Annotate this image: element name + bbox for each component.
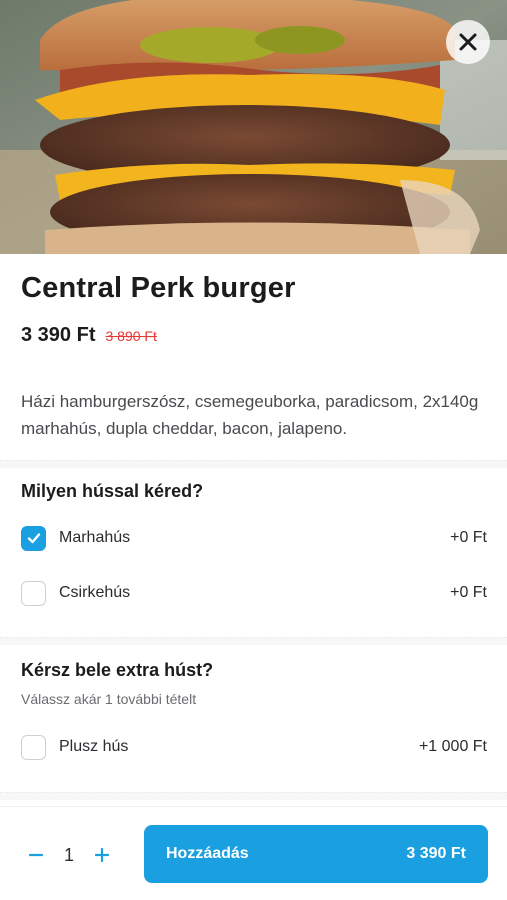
minus-icon bbox=[29, 853, 43, 857]
option-price: +0 Ft bbox=[450, 584, 487, 601]
option-price: +1 000 Ft bbox=[418, 738, 487, 755]
quantity-value: 1 bbox=[63, 844, 74, 865]
checkmark-icon bbox=[27, 533, 40, 544]
section-divider bbox=[0, 792, 507, 800]
decrease-button[interactable] bbox=[21, 843, 51, 867]
option-label: Marhahús bbox=[59, 529, 131, 546]
close-button[interactable] bbox=[446, 20, 490, 64]
current-price: 3 390 Ft bbox=[21, 324, 96, 346]
option-label: Plusz hús bbox=[59, 738, 129, 755]
checkbox-unchecked[interactable] bbox=[21, 734, 46, 760]
product-image bbox=[0, 0, 507, 254]
burger-photo bbox=[0, 0, 507, 254]
option-price: +0 Ft bbox=[450, 529, 487, 546]
quantity-stepper: 1 bbox=[21, 843, 117, 867]
checkbox-unchecked[interactable] bbox=[21, 580, 46, 606]
option-marhahus[interactable]: Marhahús +0 Ft bbox=[21, 524, 487, 552]
section-divider bbox=[0, 460, 507, 468]
section-divider bbox=[0, 637, 507, 645]
add-to-cart-button[interactable]: Hozzáadás 3 390 Ft bbox=[144, 825, 488, 883]
add-to-cart-bar: 1 Hozzáadás 3 390 Ft bbox=[0, 806, 507, 900]
option-csirkehus[interactable]: Csirkehús +0 Ft bbox=[21, 579, 487, 607]
option-plusz-hus[interactable]: Plusz hús +1 000 Ft bbox=[21, 733, 487, 761]
original-price: 3 890 Ft bbox=[105, 328, 157, 344]
price-row: 3 390 Ft 3 890 Ft bbox=[21, 324, 157, 347]
increase-button[interactable] bbox=[87, 843, 117, 867]
meat-section-title: Milyen hússal kéred? bbox=[21, 481, 204, 501]
checkbox-checked[interactable] bbox=[21, 525, 46, 551]
extra-section-subtitle: Válassz akár 1 további tételt bbox=[21, 691, 197, 707]
plus-icon bbox=[95, 848, 109, 862]
add-button-price: 3 390 Ft bbox=[406, 845, 466, 862]
add-button-label: Hozzáadás bbox=[166, 845, 249, 862]
extra-section-title: Kérsz bele extra húst? bbox=[21, 660, 214, 680]
product-title: Central Perk burger bbox=[21, 272, 296, 304]
close-icon bbox=[459, 33, 477, 51]
option-label: Csirkehús bbox=[59, 584, 131, 601]
product-description: Házi hamburgerszósz, csemegeuborka, para… bbox=[21, 392, 479, 438]
